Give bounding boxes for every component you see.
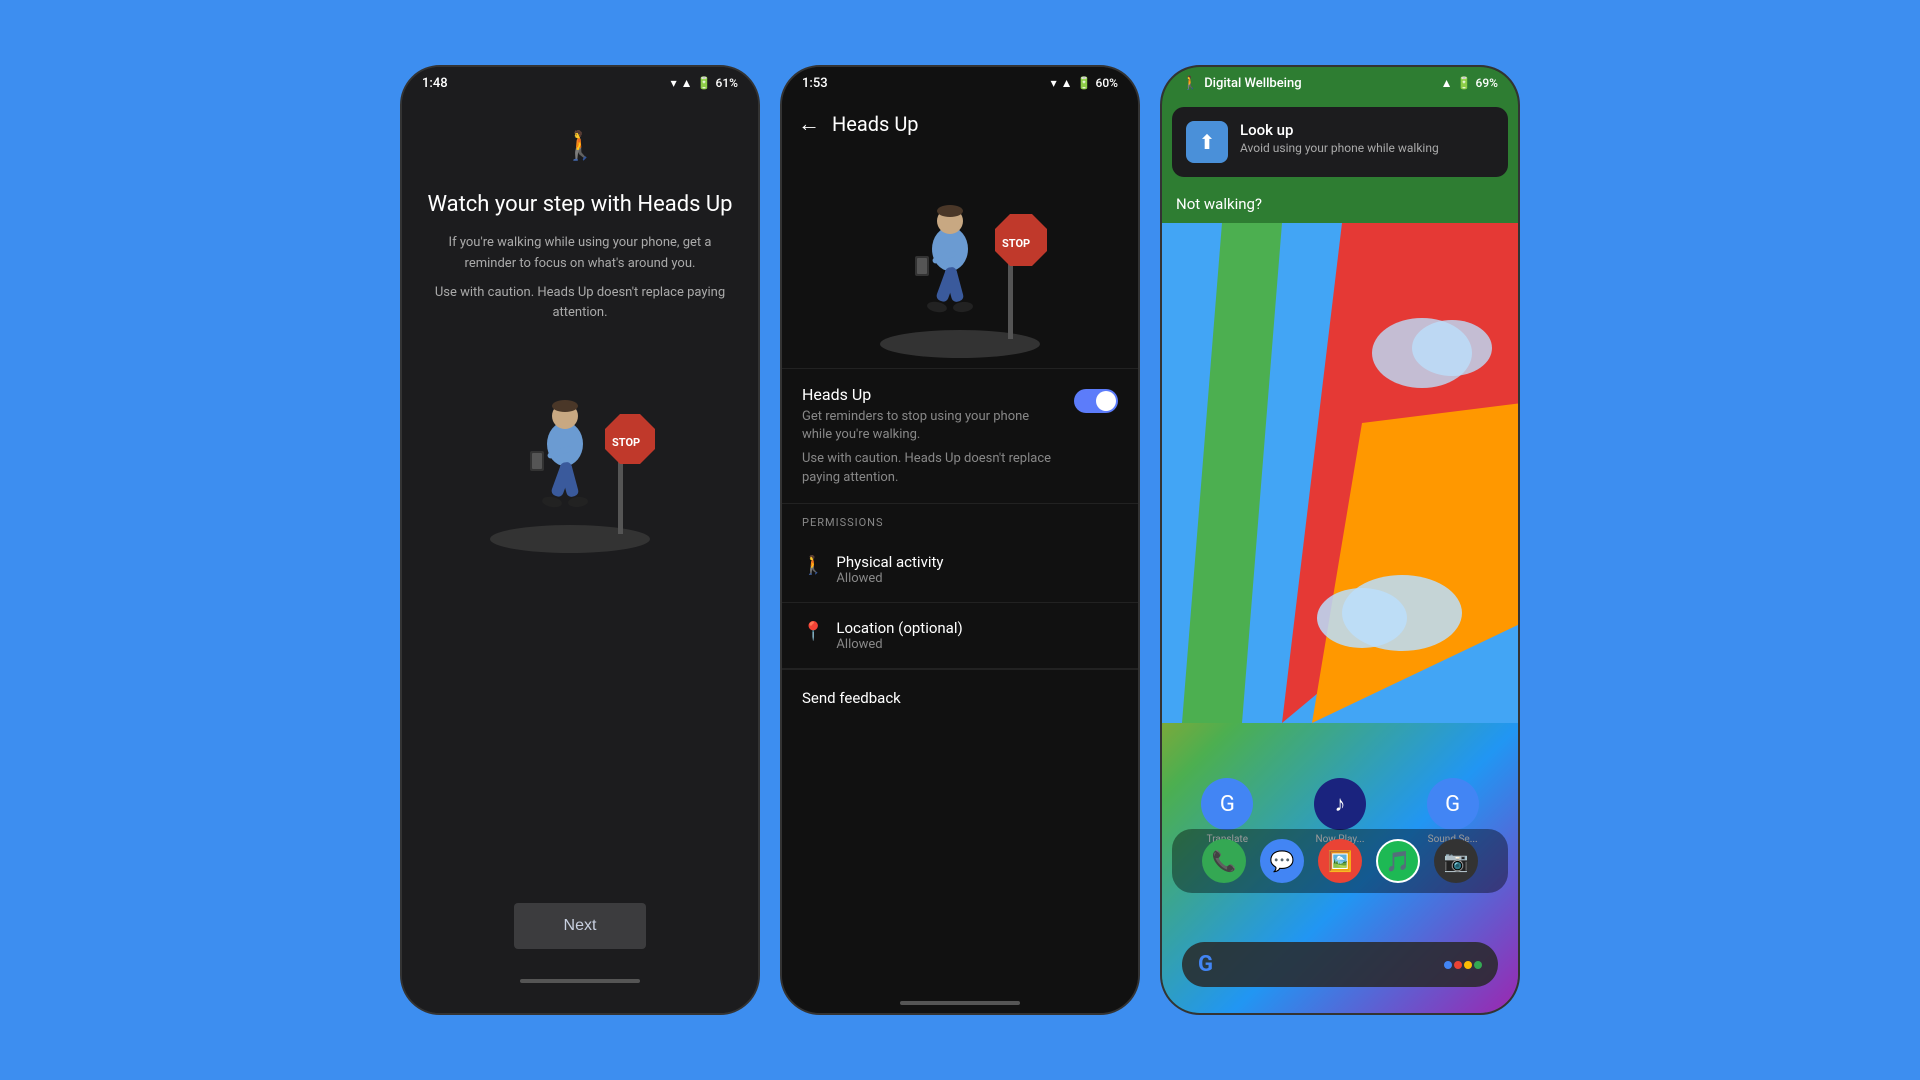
screen2-header: ← Heads Up bbox=[782, 99, 1138, 149]
phone-1: 1:48 ▾ ▲ 🔋 61% 🚶 Watch your step with He… bbox=[400, 65, 760, 1015]
status-icons-2: ▾ ▲ 🔋 60% bbox=[1051, 76, 1118, 90]
dw-label: Digital Wellbeing bbox=[1204, 76, 1301, 91]
battery-icon-2: 🔋 bbox=[1077, 76, 1092, 90]
wallpaper-svg bbox=[1162, 223, 1518, 723]
heads-up-desc1: Get reminders to stop using your phone w… bbox=[802, 408, 1062, 444]
home-screen: G Translate ♪ Now Play... G Sound Se... bbox=[1162, 223, 1518, 1013]
phone-3: 🚶 Digital Wellbeing ▲ 🔋 69% ⬆ Look up Av… bbox=[1160, 65, 1520, 1015]
phone-2: 1:53 ▾ ▲ 🔋 60% ← Heads Up STOP bbox=[780, 65, 1140, 1015]
physical-activity-title: Physical activity bbox=[836, 553, 943, 571]
svg-text:STOP: STOP bbox=[1002, 237, 1030, 250]
heads-up-setting-row: Heads Up Get reminders to stop using you… bbox=[782, 369, 1138, 504]
screen1-title: Watch your step with Heads Up bbox=[427, 192, 732, 217]
spotify-app[interactable]: 🎵 bbox=[1376, 839, 1420, 883]
screen-3: ⬆ Look up Avoid using your phone while w… bbox=[1162, 99, 1518, 1013]
notif-icon: ⬆ bbox=[1186, 121, 1228, 163]
status-bar-3: 🚶 Digital Wellbeing ▲ 🔋 69% bbox=[1162, 67, 1518, 99]
google-g: G bbox=[1198, 952, 1213, 977]
notif-title: Look up bbox=[1240, 121, 1439, 139]
physical-activity-icon: 🚶 bbox=[802, 555, 824, 576]
feedback-row[interactable]: Send feedback bbox=[782, 669, 1138, 725]
google-dots bbox=[1444, 961, 1482, 969]
wifi-icon-2: ▾ bbox=[1051, 76, 1057, 90]
location-row[interactable]: 📍 Location (optional) Allowed bbox=[782, 603, 1138, 669]
location-status: Allowed bbox=[836, 637, 962, 652]
location-info: Location (optional) Allowed bbox=[836, 619, 962, 652]
time-2: 1:53 bbox=[802, 76, 828, 91]
battery-pct-3: 69% bbox=[1476, 76, 1498, 90]
heads-up-toggle[interactable] bbox=[1074, 389, 1118, 413]
home-indicator-1 bbox=[520, 979, 640, 983]
dot-red bbox=[1454, 961, 1462, 969]
screen-1: 🚶 Watch your step with Heads Up If you'r… bbox=[402, 99, 758, 1013]
physical-activity-status: Allowed bbox=[836, 571, 943, 586]
back-arrow[interactable]: ← bbox=[798, 111, 820, 137]
feedback-text[interactable]: Send feedback bbox=[802, 689, 901, 707]
illustration-area: STOP bbox=[782, 149, 1138, 369]
signal-icon: ▲ bbox=[681, 76, 693, 90]
screen-2: ← Heads Up STOP bbox=[782, 99, 1138, 1013]
heads-up-desc2: Use with caution. Heads Up doesn't repla… bbox=[802, 450, 1062, 486]
notification-card: ⬆ Look up Avoid using your phone while w… bbox=[1172, 107, 1508, 177]
time-1: 1:48 bbox=[422, 76, 448, 91]
notif-content: Look up Avoid using your phone while wal… bbox=[1240, 121, 1439, 155]
dot-yellow bbox=[1464, 961, 1472, 969]
permissions-label: PERMISSIONS bbox=[782, 504, 1138, 537]
physical-activity-row[interactable]: 🚶 Physical activity Allowed bbox=[782, 537, 1138, 603]
battery-pct-1: 61% bbox=[716, 76, 738, 90]
battery-pct-2: 60% bbox=[1096, 76, 1118, 90]
search-bar-container: G bbox=[1162, 938, 1518, 993]
photos-app[interactable]: 🖼️ bbox=[1318, 839, 1362, 883]
wifi-icon: ▾ bbox=[671, 76, 677, 90]
camera-app[interactable]: 📷 bbox=[1434, 839, 1478, 883]
svg-text:STOP: STOP bbox=[612, 436, 640, 449]
dot-green bbox=[1474, 961, 1482, 969]
battery-icon: 🔋 bbox=[697, 76, 712, 90]
status-left-3: 🚶 Digital Wellbeing bbox=[1182, 76, 1302, 91]
location-icon: 📍 bbox=[802, 621, 824, 642]
screen2-title: Heads Up bbox=[832, 112, 919, 136]
signal-icon-2: ▲ bbox=[1061, 76, 1073, 90]
phone1-illustration: STOP bbox=[460, 354, 700, 574]
status-bar-1: 1:48 ▾ ▲ 🔋 61% bbox=[402, 67, 758, 99]
notif-desc: Avoid using your phone while walking bbox=[1240, 141, 1439, 155]
person-icon: 🚶 bbox=[1182, 76, 1198, 91]
status-icons-3: ▲ 🔋 69% bbox=[1441, 76, 1498, 90]
dock: 📞 💬 🖼️ 🎵 📷 bbox=[1172, 829, 1508, 893]
next-button[interactable]: Next bbox=[514, 903, 647, 949]
not-walking-btn[interactable]: Not walking? bbox=[1162, 185, 1518, 223]
status-icons-1: ▾ ▲ 🔋 61% bbox=[671, 76, 738, 90]
messages-app[interactable]: 💬 bbox=[1260, 839, 1304, 883]
screen1-desc: If you're walking while using your phone… bbox=[422, 233, 738, 275]
heads-up-setting-info: Heads Up Get reminders to stop using you… bbox=[802, 385, 1062, 487]
dock-row: 📞 💬 🖼️ 🎵 📷 bbox=[1162, 823, 1518, 913]
walking-scene-svg-2: STOP bbox=[850, 159, 1070, 359]
dot-blue bbox=[1444, 961, 1452, 969]
walking-scene-svg: STOP bbox=[460, 354, 680, 554]
heads-up-title: Heads Up bbox=[802, 385, 1062, 404]
status-bar-2: 1:53 ▾ ▲ 🔋 60% bbox=[782, 67, 1138, 99]
battery-icon-3: 🔋 bbox=[1457, 76, 1472, 90]
screen1-caution: Use with caution. Heads Up doesn't repla… bbox=[422, 283, 738, 325]
signal-icon-3: ▲ bbox=[1441, 76, 1453, 90]
physical-activity-info: Physical activity Allowed bbox=[836, 553, 943, 586]
google-search-bar[interactable]: G bbox=[1182, 942, 1498, 987]
location-title: Location (optional) bbox=[836, 619, 962, 637]
walker-icon: 🚶 bbox=[563, 129, 598, 162]
home-indicator-2 bbox=[900, 1001, 1020, 1005]
settings-content: Heads Up Get reminders to stop using you… bbox=[782, 369, 1138, 993]
phone-app[interactable]: 📞 bbox=[1202, 839, 1246, 883]
